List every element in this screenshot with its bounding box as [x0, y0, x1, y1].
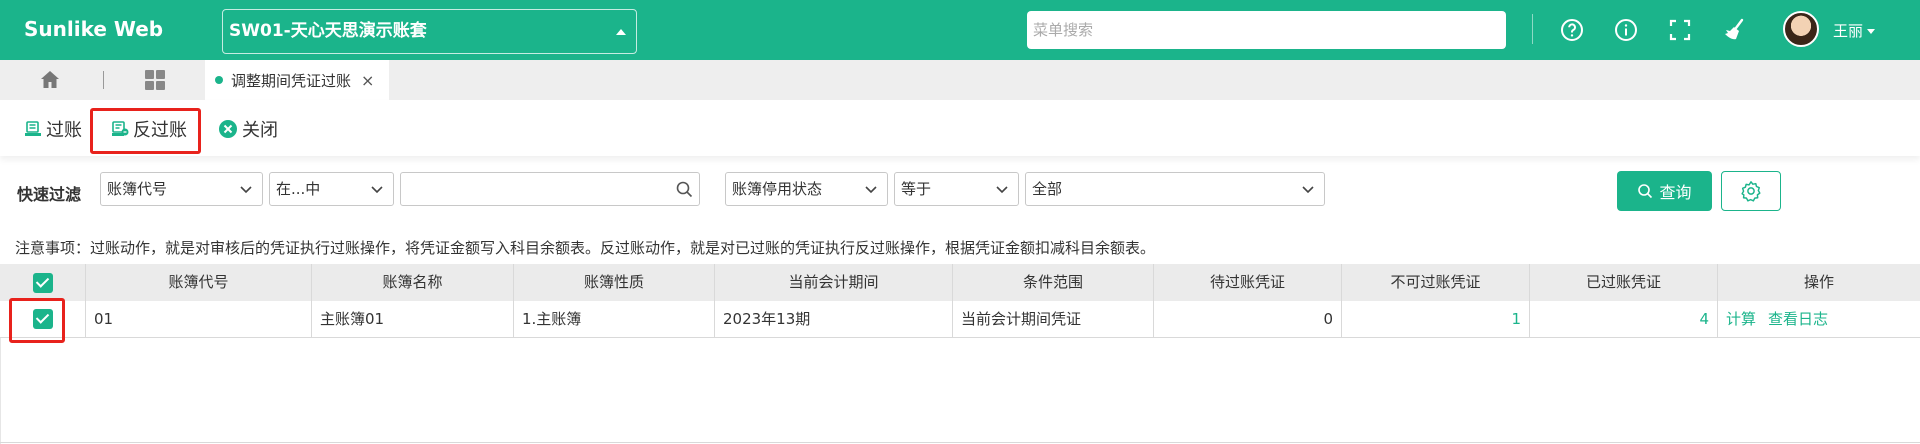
close-label: 关闭 [242, 120, 278, 141]
search-icon [1638, 184, 1653, 199]
close-button[interactable]: 关闭 [218, 116, 278, 142]
col-header-name[interactable]: 账簿名称 [312, 264, 514, 301]
col-header-code[interactable]: 账簿代号 [86, 264, 312, 301]
status-field-select[interactable]: 账簿停用状态 [725, 172, 888, 206]
chevron-down-icon [240, 186, 252, 194]
filter-field-value: 账簿代号 [107, 180, 168, 198]
table-header: 账簿代号 账簿名称 账簿性质 当前会计期间 条件范围 待过账凭证 不可过账凭证 … [0, 264, 1920, 301]
user-name: 王丽 [1833, 22, 1864, 40]
info-icon[interactable] [1611, 15, 1641, 45]
post-icon [25, 121, 41, 136]
account-select-value: SW01-天心天思演示账套 [229, 21, 427, 41]
row-checkbox-highlight [9, 298, 65, 343]
search-icon [676, 181, 693, 198]
ledger-table: 账簿代号 账簿名称 账簿性质 当前会计期间 条件范围 待过账凭证 不可过账凭证 … [0, 264, 1920, 338]
tab-bar: 调整期间凭证过账 × [0, 60, 1920, 100]
cell-pending: 0 [1154, 301, 1342, 338]
table-row[interactable]: 01 主账簿01 1.主账簿 2023年13期 当前会计期间凭证 0 1 4 计… [0, 301, 1920, 338]
col-header-posted[interactable]: 已过账凭证 [1530, 264, 1718, 301]
menu-search-input[interactable] [1027, 11, 1506, 49]
caret-down-icon [1867, 29, 1876, 34]
chevron-down-icon [1302, 186, 1314, 194]
filter-operator-value: 在...中 [276, 180, 321, 198]
query-label: 查询 [1659, 183, 1692, 202]
view-log-link[interactable]: 查看日志 [1768, 310, 1828, 328]
cell-actions: 计算 查看日志 [1718, 301, 1920, 338]
chevron-down-icon [865, 186, 877, 194]
select-all-checkbox[interactable] [33, 273, 53, 293]
cell-posted-link[interactable]: 4 [1530, 301, 1718, 338]
account-select[interactable]: SW01-天心天思演示账套 [222, 9, 637, 54]
quick-filter-label: 快速过滤 [17, 185, 82, 204]
status-field-value: 账簿停用状态 [732, 180, 823, 198]
col-header-actions: 操作 [1803, 273, 1834, 291]
tab-label: 调整期间凭证过账 [231, 71, 352, 90]
query-button[interactable]: 查询 [1617, 171, 1712, 211]
close-tab-icon[interactable]: × [361, 71, 374, 90]
col-header-unpostable[interactable]: 不可过账凭证 [1342, 264, 1530, 301]
user-avatar[interactable] [1783, 11, 1819, 47]
help-icon[interactable] [1557, 15, 1587, 45]
chevron-down-icon [996, 186, 1008, 194]
col-header-pending[interactable]: 待过账凭证 [1154, 264, 1342, 301]
grid-icon[interactable] [143, 68, 167, 92]
col-header-range[interactable]: 条件范围 [953, 264, 1154, 301]
cell-name: 主账簿01 [312, 301, 514, 338]
top-divider [1532, 14, 1533, 44]
grid-left-border [0, 338, 1, 444]
tab-adjust-period-posting[interactable]: 调整期间凭证过账 × [205, 60, 389, 100]
toolbar: 过账 反过账 关闭 [0, 100, 1920, 156]
chevron-down-icon [371, 186, 383, 194]
broom-icon[interactable] [1719, 15, 1749, 45]
tab-separator [103, 71, 104, 89]
header-select-all-cell [0, 264, 86, 301]
gear-icon [1741, 181, 1761, 202]
cell-nature: 1.主账簿 [514, 301, 715, 338]
status-value-select[interactable]: 全部 [1025, 172, 1325, 206]
status-operator-value: 等于 [901, 180, 932, 198]
grid-bottom-border [0, 442, 1920, 443]
status-value: 全部 [1032, 180, 1063, 198]
user-menu[interactable]: 王丽 [1833, 20, 1876, 41]
cell-period: 2023年13期 [715, 301, 953, 338]
calculate-link[interactable]: 计算 [1726, 310, 1756, 328]
col-header-nature[interactable]: 账簿性质 [514, 264, 715, 301]
status-operator-select[interactable]: 等于 [894, 172, 1019, 206]
close-circle-icon [219, 120, 237, 138]
cell-unpostable-link[interactable]: 1 [1342, 301, 1530, 338]
post-label: 过账 [46, 120, 82, 141]
app-logo: Sunlike Web [24, 17, 164, 41]
filter-settings-button[interactable] [1721, 171, 1781, 211]
notice-text: 注意事项：过账动作，就是对审核后的凭证执行过账操作，将凭证金额写入科目余额表。反… [15, 239, 1156, 257]
filter-field-select[interactable]: 账簿代号 [100, 172, 263, 206]
fullscreen-icon[interactable] [1665, 15, 1695, 45]
filter-value-input[interactable] [400, 172, 700, 206]
cell-code: 01 [86, 301, 312, 338]
unpost-highlight [90, 108, 201, 154]
filter-operator-select[interactable]: 在...中 [269, 172, 394, 206]
caret-up-icon [616, 29, 626, 35]
cell-range: 当前会计期间凭证 [953, 301, 1154, 338]
active-dot-icon [215, 76, 223, 84]
post-button[interactable]: 过账 [24, 116, 82, 142]
top-bar: Sunlike Web SW01-天心天思演示账套 王丽 [0, 0, 1920, 60]
home-icon[interactable] [38, 68, 62, 92]
col-header-period[interactable]: 当前会计期间 [715, 264, 953, 301]
